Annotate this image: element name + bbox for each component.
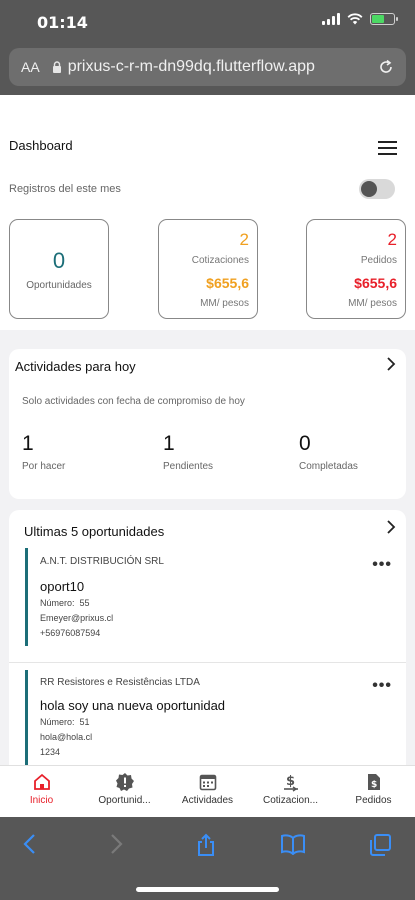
nav-label: Oportunid...	[98, 795, 151, 806]
bottom-navigation: Inicio Oportunid... Actividades $ Cotiza…	[0, 765, 415, 817]
tabs-icon[interactable]	[368, 833, 392, 857]
home-icon	[33, 773, 50, 790]
cotizaciones-amount: $655,6	[206, 275, 249, 291]
activities-panel: Actividades para hoy Solo actividades co…	[9, 349, 406, 499]
text-size-button[interactable]: AA	[21, 59, 40, 75]
battery-icon	[370, 13, 398, 25]
opportunity-company: A.N.T. DISTRIBUCIÓN SRL	[40, 556, 164, 567]
pedidos-count: 2	[387, 230, 397, 249]
url-text: prixus-c-r-m-dn99dq.flutterflow.app	[67, 58, 315, 75]
opportunity-details: Número: 51 hola@hola.cl 1234	[40, 715, 92, 760]
activity-stat-por-hacer[interactable]: 1 Por hacer	[22, 432, 65, 472]
lock-icon	[52, 61, 61, 73]
app-content: Dashboard Registros del este mes 0 Oport…	[0, 95, 415, 765]
hamburger-menu-icon[interactable]	[378, 141, 397, 155]
activity-stat-label: Pendientes	[163, 461, 214, 472]
cotizaciones-count: 2	[239, 230, 249, 249]
opportunity-number: 55	[79, 598, 90, 608]
opportunity-item[interactable]: RR Resistores e Resistências LTDA ••• ho…	[9, 670, 406, 765]
opportunities-title: Ultimas 5 oportunidades	[24, 524, 165, 539]
opportunity-name: hola soy una nueva oportunidad	[40, 698, 226, 713]
cellular-signal-icon	[322, 13, 340, 25]
month-filter-toggle[interactable]	[359, 179, 395, 199]
filter-month-label: Registros del este mes	[9, 183, 121, 195]
opportunity-email: hola@hola.cl	[40, 732, 93, 742]
oportunidades-count: 0	[52, 248, 66, 273]
opportunity-name: oport10	[40, 579, 85, 594]
more-options-icon[interactable]: •••	[372, 677, 392, 695]
opportunity-phone: 1234	[40, 747, 61, 757]
status-time: 01:14	[37, 13, 88, 32]
chevron-right-icon[interactable]	[384, 357, 398, 371]
back-icon[interactable]	[22, 833, 38, 855]
wifi-icon	[347, 13, 363, 25]
alert-badge-icon	[115, 773, 134, 791]
opportunity-number-label: Número:	[40, 717, 75, 727]
svg-text:$: $	[371, 780, 377, 790]
oportunidades-card[interactable]: 0 Oportunidades	[9, 219, 109, 319]
opportunity-accent-bar	[25, 548, 28, 646]
chevron-right-icon[interactable]	[384, 520, 398, 534]
opportunity-phone: +56976087594	[40, 628, 101, 638]
pedidos-unit: MM/ pesos	[348, 298, 397, 309]
activity-stat-value: 1	[163, 432, 175, 455]
url-bar[interactable]: AA prixus-c-r-m-dn99dq.flutterflow.app	[9, 48, 406, 86]
activity-stat-label: Por hacer	[22, 461, 66, 472]
calendar-icon	[199, 774, 216, 791]
opportunity-company: RR Resistores e Resistências LTDA	[40, 677, 200, 688]
invoice-icon: $	[367, 774, 380, 790]
home-indicator	[136, 887, 279, 892]
page-title: Dashboard	[9, 138, 73, 153]
browser-toolbar	[0, 817, 415, 900]
cotizaciones-label: Cotizaciones	[191, 255, 249, 266]
opportunities-panel: Ultimas 5 oportunidades A.N.T. DISTRIBUC…	[9, 510, 406, 765]
nav-label: Inicio	[29, 795, 54, 806]
oportunidades-label: Oportunidades	[26, 280, 92, 291]
nav-cotizaciones[interactable]: $ Cotizacion...	[249, 766, 332, 817]
dashboard-header-section: Dashboard Registros del este mes 0 Oport…	[0, 95, 415, 330]
activity-stat-pendientes[interactable]: 1 Pendientes	[163, 432, 213, 472]
nav-oportunidades[interactable]: Oportunid...	[83, 766, 166, 817]
bookmarks-icon[interactable]	[280, 833, 306, 855]
opportunity-accent-bar	[25, 670, 28, 765]
share-icon[interactable]	[194, 833, 218, 857]
opportunity-email: Emeyer@prixus.cl	[40, 613, 114, 623]
pedidos-label: Pedidos	[360, 255, 397, 266]
activity-stat-completadas[interactable]: 0 Completadas	[299, 432, 358, 472]
nav-inicio[interactable]: Inicio	[0, 766, 83, 817]
opportunity-number-label: Número:	[40, 598, 75, 608]
browser-top-bar: 01:14 AA prixus-c-r-m-dn99dq.flutterflow…	[0, 0, 415, 95]
activity-stat-value: 0	[299, 432, 311, 455]
pedidos-amount: $655,6	[354, 275, 397, 291]
reload-icon[interactable]	[378, 59, 394, 75]
dollar-icon: $	[283, 774, 298, 792]
opportunity-number: 51	[79, 717, 90, 727]
activity-stat-label: Completadas	[299, 461, 358, 472]
forward-icon[interactable]	[108, 833, 124, 855]
opportunity-details: Número: 55 Emeyer@prixus.cl +56976087594	[40, 596, 113, 641]
nav-label: Pedidos	[355, 795, 392, 806]
pedidos-card[interactable]: 2 Pedidos $655,6 MM/ pesos	[306, 219, 406, 319]
nav-actividades[interactable]: Actividades	[166, 766, 249, 817]
status-icons	[322, 13, 398, 25]
nav-label: Cotizacion...	[262, 795, 319, 806]
activities-subtitle: Solo actividades con fecha de compromiso…	[22, 396, 245, 407]
more-options-icon[interactable]: •••	[372, 556, 392, 574]
cotizaciones-unit: MM/ pesos	[200, 298, 249, 309]
list-divider	[9, 662, 406, 663]
cotizaciones-card[interactable]: 2 Cotizaciones $655,6 MM/ pesos	[158, 219, 258, 319]
nav-pedidos[interactable]: $ Pedidos	[332, 766, 415, 817]
activity-stat-value: 1	[22, 432, 34, 455]
nav-label: Actividades	[181, 795, 234, 806]
activities-title: Actividades para hoy	[15, 359, 136, 374]
opportunity-item[interactable]: A.N.T. DISTRIBUCIÓN SRL ••• oport10 Núme…	[9, 548, 406, 658]
